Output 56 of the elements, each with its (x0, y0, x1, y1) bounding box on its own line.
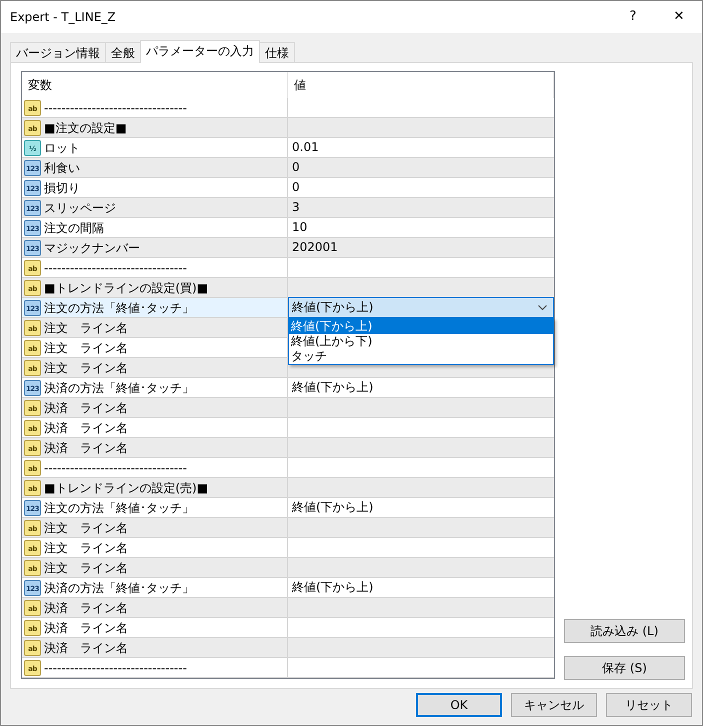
parameter-name: 注文の方法「終値･タッチ」 (44, 300, 194, 316)
parameter-name: 決済 ライン名 (44, 620, 128, 636)
parameter-name: --------------------------------- (44, 100, 187, 116)
dialog-button[interactable]: キャンセル (511, 693, 597, 717)
parameter-value[interactable]: 0.01 (292, 140, 319, 154)
dropdown-option[interactable]: 終値(上から下) (289, 334, 553, 349)
parameter-name: 決済の方法「終値･タッチ」 (44, 580, 194, 596)
tab[interactable]: 仕様 (259, 42, 295, 63)
parameter-name: 決済の方法「終値･タッチ」 (44, 380, 194, 396)
dropdown-option[interactable]: タッチ (289, 349, 553, 364)
parameter-name: 損切り (44, 180, 80, 196)
parameter-name: ■トレンドラインの設定(売)■ (44, 480, 208, 496)
parameter-value[interactable]: 3 (292, 200, 300, 214)
parameter-name: 決済 ライン名 (44, 420, 128, 436)
parameter-name: ■トレンドラインの設定(買)■ (44, 280, 208, 296)
parameter-name: 注文の方法「終値･タッチ」 (44, 500, 194, 516)
parameter-value[interactable]: 10 (292, 220, 308, 234)
column-header: 変数 (22, 72, 288, 98)
parameter-value[interactable]: 0 (292, 180, 300, 194)
parameter-name: ■注文の設定■ (44, 120, 127, 136)
parameter-name: --------------------------------- (44, 660, 187, 676)
parameter-value[interactable]: 0 (292, 160, 300, 174)
side-button[interactable]: 保存 (S) (564, 656, 685, 680)
dialog-button[interactable]: リセット (606, 693, 692, 717)
dialog-button[interactable]: OK (416, 693, 502, 717)
parameter-name: 注文 ライン名 (44, 320, 128, 336)
parameter-value[interactable]: 終値(下から上) (292, 500, 374, 514)
value-dropdown[interactable]: 終値(下から上) (288, 297, 554, 318)
parameter-name: 注文 ライン名 (44, 340, 128, 356)
tab[interactable]: パラメーターの入力 (140, 40, 260, 63)
parameter-value[interactable]: 終値(下から上) (292, 380, 374, 394)
parameter-value[interactable]: 202001 (292, 240, 338, 254)
column-header: 値 (288, 72, 554, 98)
parameter-name: 注文 ライン名 (44, 560, 128, 576)
close-button[interactable]: ✕ (656, 1, 702, 33)
window-title: Expert - T_LINE_Z (10, 9, 117, 26)
dropdown-option[interactable]: 終値(下から上) (289, 319, 553, 334)
parameter-name: 決済 ライン名 (44, 640, 128, 656)
parameter-name: 注文 ライン名 (44, 360, 128, 376)
parameter-name: 注文 ライン名 (44, 540, 128, 556)
parameter-name: --------------------------------- (44, 460, 187, 476)
parameter-name: --------------------------------- (44, 260, 187, 276)
parameter-name: ロット (44, 140, 80, 156)
parameter-name: 決済 ライン名 (44, 440, 128, 456)
parameter-name: マジックナンバー (44, 240, 140, 256)
parameter-value[interactable]: 終値(下から上) (292, 580, 374, 594)
parameter-name: 利食い (44, 160, 80, 176)
chevron-down-icon (538, 304, 547, 310)
parameter-name: 注文 ライン名 (44, 520, 128, 536)
parameter-name: 決済 ライン名 (44, 600, 128, 616)
parameter-name: 決済 ライン名 (44, 400, 128, 416)
tab[interactable]: バージョン情報 (10, 42, 106, 63)
parameter-name: スリッページ (44, 200, 116, 216)
parameter-name: 注文の間隔 (44, 220, 104, 236)
help-button[interactable]: ? (610, 1, 656, 33)
side-button[interactable]: 読み込み (L) (564, 619, 685, 643)
